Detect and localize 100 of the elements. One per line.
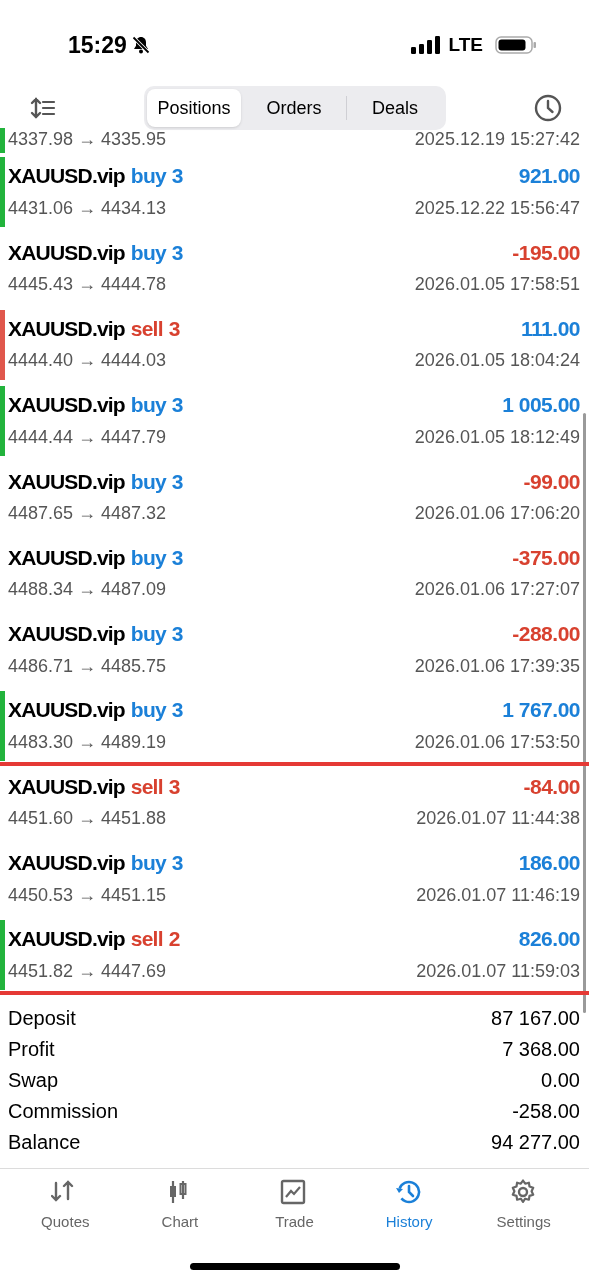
profit-value: -288.00 (512, 621, 580, 648)
symbol-label: XAUUSD.vip (8, 621, 125, 648)
trade-side: buy (130, 468, 166, 495)
deal-row[interactable]: XAUUSD.vip sell 3 111.00 4444.40 → 4444.03 2026.01.05 18:04:24 (0, 305, 589, 382)
profit-value: 1 767.00 (502, 697, 580, 724)
volume-label: 3 (171, 239, 183, 266)
trade-side: sell (130, 316, 163, 342)
profit-value: -375.00 (512, 544, 580, 571)
summary-value: 7 368.00 (502, 1036, 580, 1062)
deal-time: 2026.01.07 11:59:03 (416, 959, 580, 983)
symbol-label: XAUUSD.vip (8, 239, 125, 266)
deal-time: 2026.01.05 18:04:24 (414, 349, 580, 373)
summary-label: Profit (8, 1036, 55, 1062)
profit-value: -99.00 (523, 468, 580, 495)
profit-value: 1 005.00 (502, 392, 580, 419)
volume-label: 3 (171, 163, 183, 190)
symbol-label: XAUUSD.vip (8, 926, 125, 953)
trade-side: buy (130, 544, 166, 571)
price-range: 4444.44 → 4447.79 (8, 425, 167, 449)
price-range: 4488.34 → 4487.09 (8, 578, 167, 602)
trade-side: buy (130, 697, 166, 724)
volume-label: 3 (171, 392, 183, 419)
deal-row[interactable]: XAUUSD.vip buy 3 -195.00 4445.43 → 4444.78 2026.01.05 17:58:51 (0, 229, 589, 306)
price-range: 4487.65 → 4487.32 (8, 502, 167, 526)
volume-label: 3 (168, 773, 180, 800)
price-range: 4483.30 → 4489.19 (8, 730, 167, 754)
sort-icon[interactable] (30, 97, 56, 119)
tab-bar-item[interactable]: Quotes (15, 1179, 116, 1234)
muted-bell-icon (130, 35, 151, 55)
deal-row[interactable]: XAUUSD.vip buy 3 1 767.00 4483.30 → 4489.19 2026.01.06 17:53:50 (0, 687, 589, 764)
volume-label: 3 (171, 621, 183, 648)
profit-value: -84.00 (523, 773, 580, 800)
trade-side: sell (130, 926, 163, 953)
price-range: 4445.43 → 4444.78 (8, 273, 167, 297)
signal-icon (410, 35, 441, 55)
deal-row[interactable]: XAUUSD.vip buy 3 -99.00 4487.65 → 4487.32 2026.01.06 17:06:20 (0, 458, 589, 535)
price-range: 4337.98 → 4335.95 (8, 128, 167, 150)
volume-label: 3 (171, 850, 183, 877)
summary-label: Deposit (8, 1005, 76, 1031)
trade-side: sell (130, 773, 163, 800)
profit-value: 921.00 (518, 163, 580, 190)
symbol-label: XAUUSD.vip (8, 850, 125, 877)
tab-bar-item[interactable]: History (359, 1179, 460, 1234)
tab-bar-item[interactable]: Chart (129, 1179, 230, 1234)
network-label: LTE (448, 32, 483, 57)
summary-label: Commission (8, 1098, 119, 1124)
price-range: 4444.40 → 4444.03 (8, 349, 167, 373)
volume-label: 2 (168, 926, 180, 953)
deal-row[interactable]: XAUUSD.vip buy 3 -375.00 4488.34 → 4487.09 2026.01.06 17:27:07 (0, 534, 589, 611)
profit-value: 826.00 (518, 926, 580, 953)
trade-side: buy (130, 392, 166, 419)
deal-time: 2026.01.06 17:06:20 (414, 502, 580, 526)
volume-label: 3 (168, 316, 180, 342)
price-range: 4486.71 → 4485.75 (8, 654, 167, 678)
tab-bar-item[interactable]: Trade (244, 1179, 345, 1234)
summary-label: Swap (8, 1067, 59, 1093)
deal-time: 2026.01.05 17:58:51 (414, 273, 580, 297)
symbol-label: XAUUSD.vip (8, 163, 125, 190)
volume-label: 3 (171, 544, 183, 571)
profit-value: 111.00 (521, 316, 580, 342)
scroll-bar[interactable] (583, 413, 586, 1013)
summary-value: 87 167.00 (491, 1005, 580, 1031)
profit-value: -195.00 (512, 239, 580, 266)
summary-value: -258.00 (512, 1098, 580, 1124)
clock-icon[interactable] (534, 94, 562, 122)
trade-side: buy (130, 239, 166, 266)
battery-icon (495, 35, 537, 55)
tab-bar-item[interactable]: Settings (473, 1179, 574, 1234)
deal-time: 2026.01.06 17:53:50 (414, 730, 580, 754)
deal-row[interactable]: XAUUSD.vip buy 3 921.00 4431.06 → 4434.13 2025.12.22 15:56:47 (0, 153, 589, 230)
deal-row[interactable]: XAUUSD.vip buy 3 -288.00 4486.71 → 4485.75 2026.01.06 17:39:35 (0, 610, 589, 688)
segment-tab[interactable]: Orders (242, 89, 346, 127)
price-range: 4431.06 → 4434.13 (8, 196, 167, 220)
trade-side: buy (130, 850, 166, 877)
deal-row[interactable]: XAUUSD.vip buy 3 186.00 4450.53 → 4451.15 2026.01.07 11:46:19 (0, 839, 589, 916)
deal-time: 2026.01.06 17:27:07 (414, 578, 580, 602)
symbol-label: XAUUSD.vip (8, 316, 125, 342)
profit-value: 186.00 (518, 850, 580, 877)
trade-side: buy (130, 163, 166, 190)
symbol-label: XAUUSD.vip (8, 773, 125, 800)
deal-time: 2026.01.06 17:39:35 (414, 654, 580, 678)
symbol-label: XAUUSD.vip (8, 468, 125, 495)
segment-tab[interactable]: Deals (347, 89, 443, 127)
price-range: 4451.60 → 4451.88 (8, 807, 167, 831)
symbol-label: XAUUSD.vip (8, 544, 125, 571)
deal-row[interactable]: XAUUSD.vip sell 3 -84.00 4451.60 → 4451.88 2026.01.07 11:44:38 (0, 763, 589, 840)
deal-time: 2026.01.05 18:12:49 (414, 425, 580, 449)
symbol-label: XAUUSD.vip (8, 697, 125, 724)
deal-time: 2026.01.07 11:46:19 (416, 883, 580, 907)
deal-time: 2026.01.07 11:44:38 (416, 807, 580, 831)
deal-row[interactable]: XAUUSD.vip buy 3 1 005.00 4444.44 → 4447.79 2026.01.05 18:12:49 (0, 381, 589, 459)
segment-tab[interactable]: Positions (147, 89, 241, 127)
deal-time: 2025.12.22 15:56:47 (414, 196, 580, 220)
deal-row[interactable]: XAUUSD.vip sell 2 826.00 4451.82 → 4447.69 2026.01.07 11:59:03 (0, 915, 589, 993)
price-range: 4450.53 → 4451.15 (8, 883, 167, 907)
price-range: 4451.82 → 4447.69 (8, 959, 167, 983)
summary-value: 94 277.00 (491, 1129, 580, 1155)
summary-label: Balance (8, 1129, 81, 1155)
symbol-label: XAUUSD.vip (8, 392, 125, 419)
deal-time: 2025.12.19 15:27:42 (414, 128, 580, 150)
